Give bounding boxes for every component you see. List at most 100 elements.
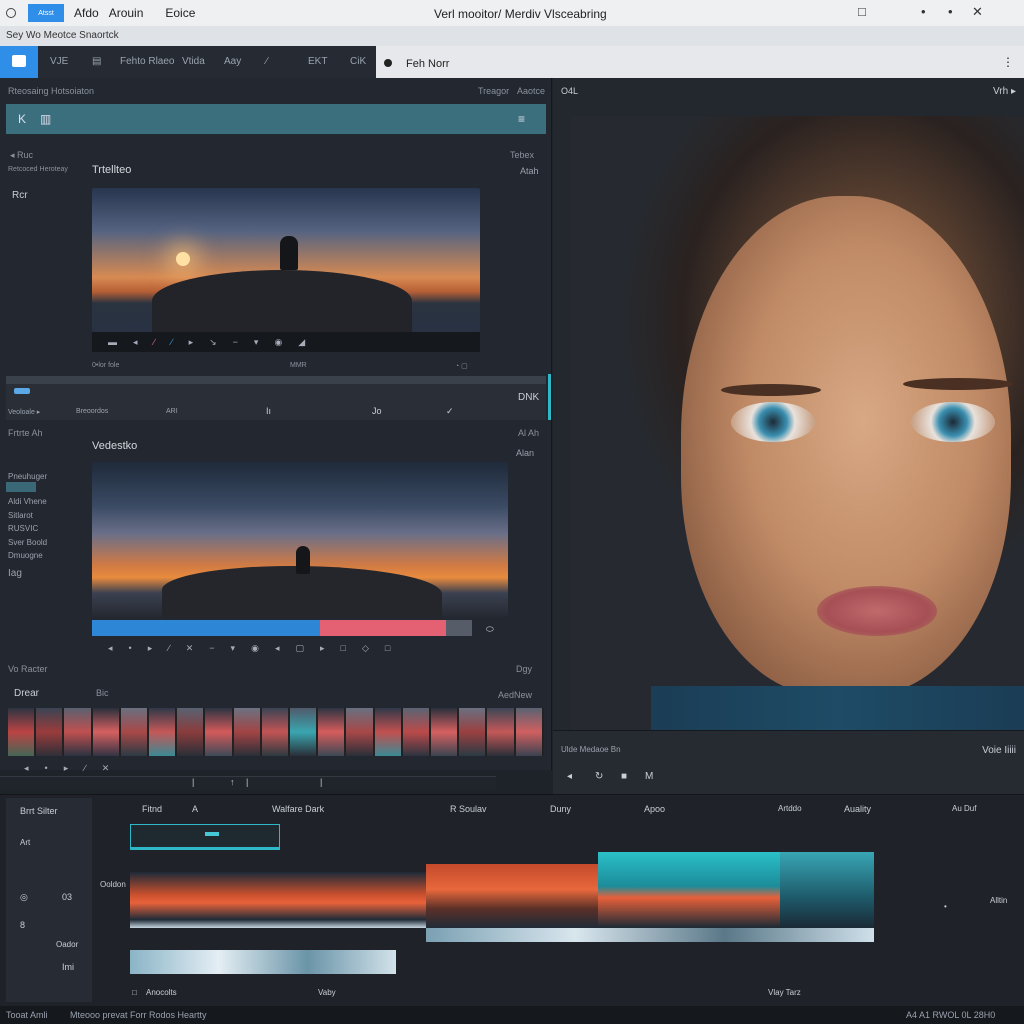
track-item[interactable]: Art — [20, 838, 30, 847]
track-item[interactable]: 8 — [20, 920, 25, 930]
panel-header-link[interactable]: Aaotce — [517, 86, 545, 96]
tool-icon[interactable]: ▢ — [295, 643, 304, 654]
tool-icon[interactable]: • — [129, 643, 132, 653]
sidebar-item[interactable]: Iag — [8, 568, 22, 579]
film-frame[interactable] — [205, 708, 232, 756]
color-bar-blue[interactable] — [92, 620, 320, 636]
marker-icon[interactable]: M — [645, 771, 653, 782]
menu-eoice[interactable]: Eoice — [165, 6, 195, 20]
film-frame[interactable] — [64, 708, 91, 756]
tool-icon[interactable]: ↘ — [209, 337, 217, 348]
app-logo-button[interactable]: Atsst — [28, 4, 64, 22]
check-icon[interactable]: ✓ — [446, 406, 454, 417]
timeline-clip-cyan[interactable] — [598, 852, 780, 928]
toolbar-item[interactable]: EKT — [308, 56, 327, 67]
close-icon[interactable]: ✕ — [972, 4, 983, 20]
maximize-icon[interactable]: □ — [858, 4, 866, 19]
film-frame[interactable] — [290, 708, 317, 756]
color-bar-red[interactable] — [320, 620, 446, 636]
tool-icon[interactable]: ◉ — [274, 337, 282, 348]
tool-icon[interactable]: ▸ — [148, 643, 153, 654]
home-button[interactable] — [0, 46, 38, 78]
target-icon[interactable]: ◎ — [20, 892, 28, 903]
film-frame[interactable] — [431, 708, 458, 756]
film-frame[interactable] — [8, 708, 35, 756]
menu-afdo[interactable]: Afdo — [74, 6, 99, 20]
tool-icon[interactable]: ▸ — [64, 763, 69, 774]
timeline-clip-fire[interactable] — [426, 864, 598, 928]
tool-icon[interactable]: ▾ — [231, 643, 236, 654]
tool-icon[interactable]: − — [233, 337, 238, 347]
film-frame[interactable] — [374, 708, 401, 756]
toolbar-item[interactable]: CiK — [350, 56, 366, 67]
tool-icon[interactable]: • — [45, 763, 48, 773]
sidebar-item[interactable]: RUSVIC — [8, 524, 38, 533]
crop-icon[interactable]: K — [18, 112, 26, 126]
track-item[interactable]: 03 — [62, 892, 72, 902]
tool-icon[interactable]: ◢ — [298, 337, 305, 348]
marker-icon[interactable]: Iı — [266, 406, 271, 416]
tool-icon[interactable]: ◂ — [24, 763, 29, 774]
tool-icon[interactable]: ◂ — [108, 643, 113, 654]
loop-icon[interactable]: ↻ — [595, 771, 603, 782]
dot-icon[interactable]: • — [948, 4, 953, 19]
document-tab[interactable]: Feh Norr ⋮ — [376, 46, 1024, 78]
tool-icon[interactable]: ✕ — [186, 643, 194, 654]
film-frame[interactable] — [233, 708, 260, 756]
pen-icon[interactable]: ∕ — [266, 56, 268, 67]
tool-icon[interactable]: □ — [385, 643, 390, 653]
scrub-track[interactable] — [6, 376, 546, 384]
film-frame[interactable] — [402, 708, 430, 756]
scrub-handle[interactable] — [14, 388, 30, 394]
stop-icon[interactable]: ■ — [621, 771, 627, 782]
track-item[interactable]: Oador — [56, 940, 78, 949]
tool-icon[interactable]: ∕ — [168, 643, 170, 653]
tool-icon[interactable]: ▸ — [189, 337, 194, 348]
link-icon[interactable]: ⬭ — [486, 624, 494, 635]
tool-icon[interactable]: ◂ — [275, 643, 280, 654]
tool-icon[interactable]: ▾ — [254, 337, 259, 348]
timeline-ruler[interactable]: | ↑ | | — [0, 776, 496, 790]
layers-icon[interactable]: ▥ — [40, 112, 51, 126]
marker-icon[interactable]: Jo — [372, 406, 382, 416]
dot-icon[interactable]: • — [921, 4, 926, 19]
sidebar-item[interactable]: Sitlarot — [8, 511, 33, 520]
tool-icon[interactable]: ◇ — [362, 643, 369, 654]
tool-icon[interactable]: ✕ — [102, 763, 110, 774]
tool-icon[interactable]: ∕ — [84, 763, 86, 773]
tool-icon[interactable]: ▬ — [108, 337, 117, 347]
more-icon[interactable]: ⋮ — [1002, 55, 1014, 69]
timeline-clip-selected[interactable] — [130, 824, 280, 850]
film-frame[interactable] — [177, 708, 204, 756]
sidebar-item[interactable]: Dmuogne — [8, 551, 43, 560]
app-circle-icon[interactable] — [6, 8, 16, 18]
panel-header-link[interactable]: Treagor — [478, 86, 509, 96]
step-back-icon[interactable]: ◂ — [567, 771, 572, 782]
tool-icon[interactable]: ◂ — [133, 337, 138, 348]
tool-icon[interactable]: − — [209, 643, 214, 653]
brush-icon[interactable]: ∕ — [154, 337, 156, 347]
menu-arouin[interactable]: Arouin — [109, 6, 144, 20]
film-frame[interactable] — [346, 708, 373, 756]
pen-icon[interactable]: ∕ — [171, 337, 173, 347]
footer-icon[interactable]: □ — [132, 988, 137, 997]
film-frame[interactable] — [36, 708, 63, 756]
scrub-bar[interactable]: Veoloale ▸ Breoordos ARI Iı Jo ✓ DNK — [6, 376, 546, 420]
tool-icon[interactable]: ▸ — [320, 643, 325, 654]
toolbar-item[interactable]: Vtida — [182, 56, 205, 67]
menu-icon[interactable]: ≡ — [518, 112, 525, 126]
timeline-clip-audio[interactable] — [426, 928, 874, 942]
sidebar-item[interactable]: Pneuhuger — [8, 472, 47, 481]
film-frame[interactable] — [515, 708, 542, 756]
sidebar-item[interactable]: Sver Boold — [8, 538, 47, 547]
portrait-preview[interactable] — [571, 116, 1024, 808]
sidebar-toggle[interactable] — [6, 482, 36, 492]
color-bar-end[interactable] — [446, 620, 472, 636]
toolbar-item[interactable]: Fehto Rlaeo — [120, 56, 174, 67]
sunset-thumbnail[interactable] — [92, 462, 508, 618]
track-item[interactable]: Imi — [62, 962, 74, 972]
timeline-clip-cyan[interactable] — [780, 852, 874, 928]
film-frame[interactable] — [120, 708, 148, 756]
film-frame[interactable] — [318, 708, 345, 756]
scroll-indicator[interactable] — [548, 374, 551, 420]
